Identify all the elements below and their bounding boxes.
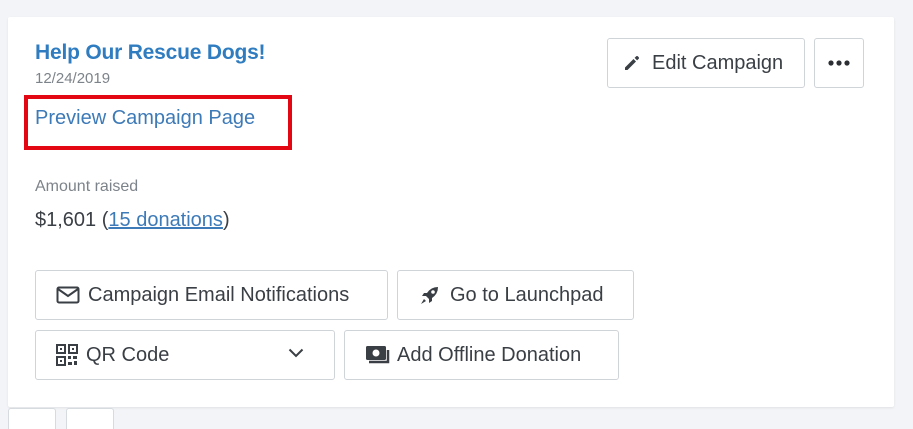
amount-raised-value: $1,601 (15 donations) (35, 209, 230, 231)
envelope-icon (56, 286, 80, 304)
go-to-launchpad-button[interactable]: Go to Launchpad (397, 270, 634, 320)
launchpad-label: Go to Launchpad (450, 283, 604, 306)
offline-donation-label: Add Offline Donation (397, 343, 582, 366)
more-options-button[interactable] (814, 38, 864, 88)
edit-campaign-button[interactable]: Edit Campaign (607, 38, 805, 88)
campaign-email-notifications-button[interactable]: Campaign Email Notifications (35, 270, 388, 320)
email-notifications-label: Campaign Email Notifications (88, 283, 350, 306)
qr-code-icon (56, 344, 78, 366)
qr-code-dropdown[interactable]: QR Code (35, 330, 335, 380)
rocket-icon (418, 283, 442, 307)
amount-raised-label: Amount raised (35, 178, 139, 195)
add-offline-donation-button[interactable]: Add Offline Donation (344, 330, 619, 380)
donations-link[interactable]: 15 donations (108, 209, 223, 231)
money-icon (365, 345, 391, 365)
partial-card-tab (8, 408, 56, 429)
partial-card-tab (66, 408, 114, 429)
campaign-card: Help Our Rescue Dogs! 12/24/2019 Preview… (8, 17, 894, 407)
preview-campaign-link[interactable]: Preview Campaign Page (35, 107, 255, 130)
edit-campaign-label: Edit Campaign (652, 51, 784, 74)
more-horizontal-icon (828, 60, 850, 66)
campaign-title: Help Our Rescue Dogs! (35, 41, 266, 64)
pencil-icon (622, 53, 642, 73)
amount-value: $1,601 (35, 209, 97, 231)
campaign-date: 12/24/2019 (35, 70, 111, 87)
chevron-down-icon (288, 348, 304, 358)
qr-code-label: QR Code (86, 343, 170, 366)
